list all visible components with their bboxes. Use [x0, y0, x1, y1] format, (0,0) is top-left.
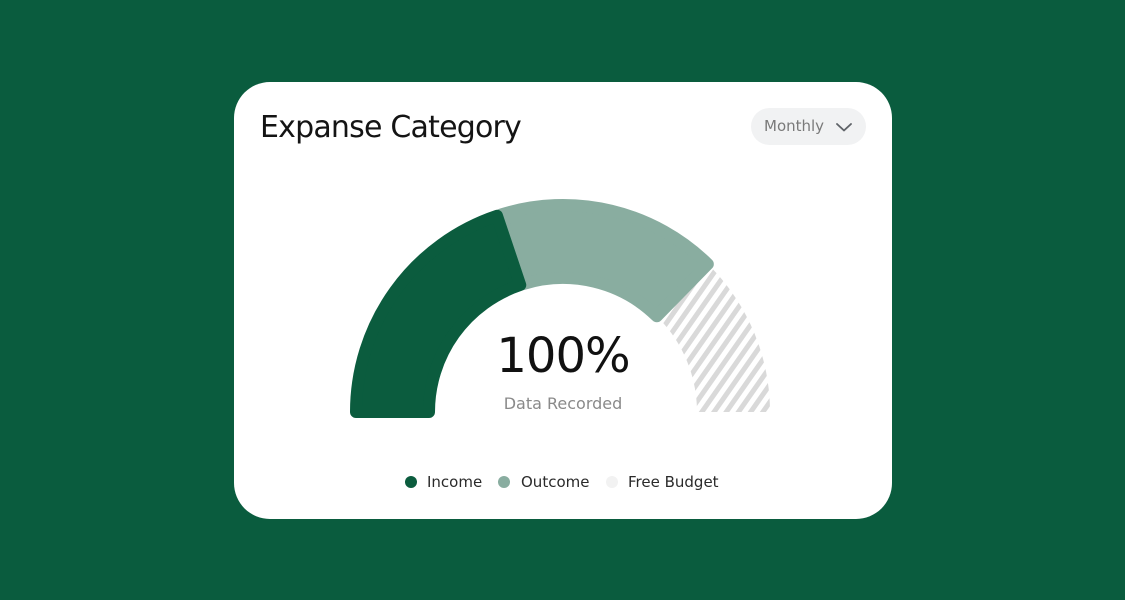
legend-label-income: Income: [427, 473, 483, 491]
legend-label-outcome: Outcome: [521, 473, 590, 491]
gauge-center-value: 100%: [496, 328, 630, 384]
legend-dot-income: [405, 476, 417, 488]
page-background: Expanse Category Monthly 100% Data Recor…: [0, 0, 1125, 600]
legend-dot-outcome: [498, 476, 510, 488]
legend-dot-free-budget: [606, 476, 618, 488]
expense-category-card: Expanse Category Monthly 100% Data Recor…: [234, 82, 892, 519]
gauge-segment-outcome: [495, 199, 714, 323]
legend-label-free-budget: Free Budget: [628, 473, 719, 491]
expense-gauge-chart: [350, 199, 770, 418]
gauge-center-label: Data Recorded: [503, 394, 623, 413]
